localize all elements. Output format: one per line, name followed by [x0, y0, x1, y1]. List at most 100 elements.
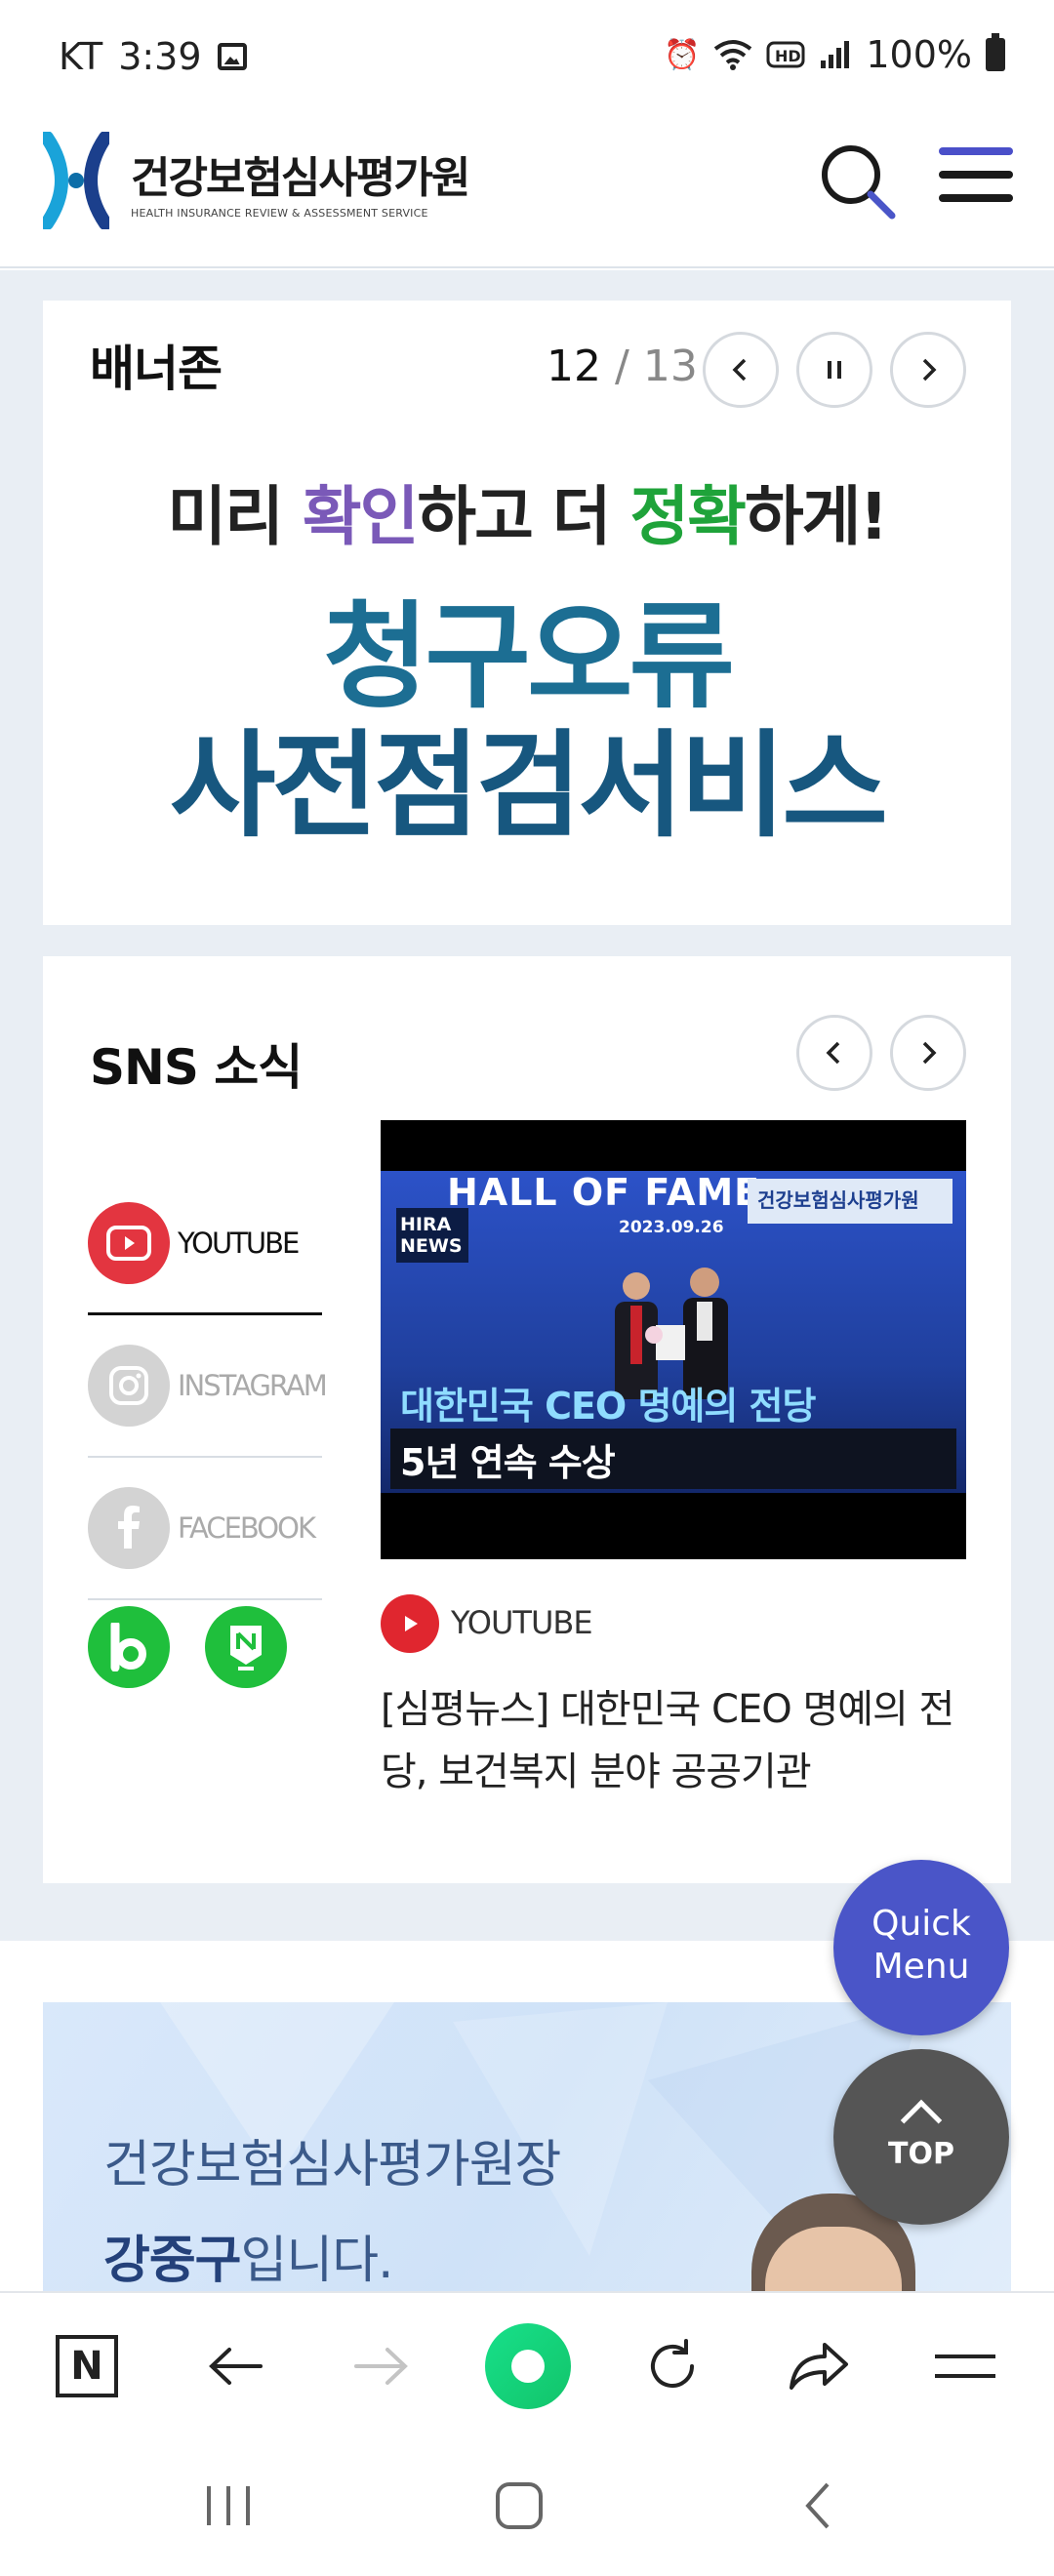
blog-b-icon [110, 1623, 146, 1671]
sns-tab-youtube[interactable]: YOUTUBE [88, 1173, 322, 1315]
carrier-label: KT [59, 35, 103, 78]
hira-logo-icon [43, 132, 109, 229]
search-icon [822, 145, 896, 220]
youtube-icon [88, 1201, 170, 1284]
android-navigation-bar [0, 2437, 1054, 2576]
banner-total-pages: 13 [642, 342, 698, 391]
banner-page-separator: / [615, 342, 629, 391]
naver-n-icon: N [56, 2335, 118, 2397]
sns-tab-label: YOUTUBE [178, 1226, 300, 1260]
signal-icon [821, 41, 850, 68]
menu-line-icon [939, 171, 1013, 179]
post-title-link[interactable]: [심평뉴스] 대한민국 CEO 명예의 전당, 보건복지 분야 공공기관 [381, 1678, 966, 1803]
status-bar: KT 3:39 ⏰ HD 100% [0, 0, 1054, 112]
back-nav-icon[interactable] [792, 2478, 847, 2533]
thumbnail-date: 2023.09.26 [619, 1218, 724, 1237]
greeting-suffix: 입니다. [240, 2232, 394, 2290]
sns-tab-label: INSTAGRAM [178, 1369, 328, 1402]
quick-menu-label: Quick [872, 1904, 971, 1944]
battery-icon [986, 33, 1005, 71]
recent-apps-icon[interactable] [201, 2478, 256, 2533]
green-dot-icon [485, 2323, 571, 2409]
banner-pager: 12 / 13 [547, 342, 698, 391]
arrow-right-icon [354, 2348, 408, 2385]
forward-button[interactable] [338, 2322, 426, 2410]
naver-n-letter: N [70, 2344, 103, 2389]
thumbnail-caption-subtitle: 5년 연속 수상 [400, 1441, 616, 1484]
badge-line: HIRA [400, 1214, 452, 1235]
sns-tab-label: FACEBOOK [178, 1511, 316, 1545]
naver-home-button[interactable]: N [43, 2322, 131, 2410]
naver-post-icon [230, 1626, 262, 1670]
menu-line-icon [939, 147, 1013, 155]
facebook-icon [88, 1487, 170, 1569]
banner-ad-subtitle[interactable]: 사전점검서비스 [43, 722, 1011, 849]
banner-ad-text: 하고 더 [417, 479, 630, 554]
greeting-name-line: 강중구입니다. [103, 2219, 394, 2292]
site-logo[interactable]: 건강보험심사평가원 HEALTH INSURANCE REVIEW & ASSE… [43, 132, 470, 229]
banner-pause-button[interactable] [796, 332, 872, 408]
sns-tab-facebook[interactable]: FACEBOOK [88, 1458, 322, 1600]
quick-menu-button[interactable]: Quick Menu [833, 1860, 1009, 2035]
clock: 3:39 [118, 35, 202, 78]
menu-line-icon [939, 194, 1013, 202]
refresh-icon [651, 2339, 694, 2388]
chevron-left-icon [732, 358, 747, 382]
banner-ad-text: 미리 [167, 479, 303, 554]
banner-zone-title: 배너존 [90, 341, 223, 397]
thumbnail-caption-title: 대한민국 CEO 명예의 전당 [400, 1385, 816, 1428]
alarm-icon: ⏰ [664, 37, 701, 72]
naver-post-button[interactable] [205, 1606, 287, 1688]
chevron-up-icon [900, 2099, 943, 2142]
arrow-left-icon [209, 2348, 263, 2385]
hamburger-menu-button[interactable] [939, 147, 1013, 221]
banner-next-button[interactable] [890, 332, 966, 408]
hd-voice-icon: HD [766, 41, 805, 68]
banner-ad-title[interactable]: 청구오류 [43, 593, 1011, 720]
site-header: 건강보험심사평가원 HEALTH INSURANCE REVIEW & ASSE… [0, 112, 1054, 268]
hira-news-badge: HIRA NEWS [396, 1208, 468, 1263]
banner-zone: 배너존 12 / 13 미리 확인하고 더 정확하게! 청구오류 사전점검서비스 [43, 301, 1011, 925]
sns-prev-button[interactable] [796, 1015, 872, 1091]
president-name: 강중구 [103, 2232, 242, 2290]
banner-ad-headline[interactable]: 미리 확인하고 더 정확하게! [43, 464, 1011, 558]
banner-ad-text: 하게! [744, 479, 889, 554]
badge-line: NEWS [400, 1235, 463, 1257]
banner-prev-button[interactable] [703, 332, 779, 408]
menu-icon [935, 2355, 995, 2378]
banner-ad-highlight: 정확 [629, 479, 747, 554]
refresh-button[interactable] [628, 2322, 716, 2410]
top-label: TOP [888, 2137, 954, 2171]
sns-news-section: SNS 소식 YOUTUBE INSTAGRAM FACEBOOK HALL O… [43, 956, 1011, 1883]
battery-percent: 100% [866, 33, 972, 76]
browser-toolbar: N [0, 2291, 1054, 2437]
quick-menu-label: Menu [872, 1947, 970, 1987]
video-thumbnail[interactable]: HALL OF FAME 2023.09.26 건강보험심사평가원 HIRA N… [381, 1120, 966, 1559]
naver-blog-button[interactable] [88, 1606, 170, 1688]
chevron-right-icon [922, 358, 937, 382]
pause-icon [828, 361, 841, 379]
back-button[interactable] [191, 2322, 279, 2410]
svg-text:HD: HD [775, 47, 801, 65]
youtube-play-icon [381, 1594, 439, 1653]
logo-english-name: HEALTH INSURANCE REVIEW & ASSESSMENT SER… [131, 206, 428, 220]
green-dot-button[interactable] [484, 2322, 572, 2410]
home-icon[interactable] [492, 2478, 547, 2533]
search-button[interactable] [816, 140, 904, 227]
browser-menu-button[interactable] [921, 2322, 1009, 2410]
sns-section-title: SNS 소식 [90, 1039, 303, 1096]
sns-channel-list: YOUTUBE INSTAGRAM FACEBOOK [88, 1173, 328, 1600]
thumbnail-org-plate: 건강보험심사평가원 [748, 1179, 953, 1224]
banner-current-page: 12 [547, 342, 601, 391]
greeting-title: 건강보험심사평가원장 [103, 2136, 561, 2194]
chevron-left-icon [826, 1041, 840, 1065]
instagram-icon [88, 1345, 170, 1427]
status-left: KT 3:39 [59, 35, 247, 78]
status-right: ⏰ HD 100% [664, 33, 1005, 76]
sns-tab-instagram[interactable]: INSTAGRAM [88, 1315, 328, 1458]
gallery-icon [217, 43, 247, 70]
share-button[interactable] [775, 2322, 863, 2410]
wifi-icon [714, 40, 752, 70]
scroll-top-button[interactable]: TOP [833, 2049, 1009, 2225]
sns-next-button[interactable] [890, 1015, 966, 1091]
